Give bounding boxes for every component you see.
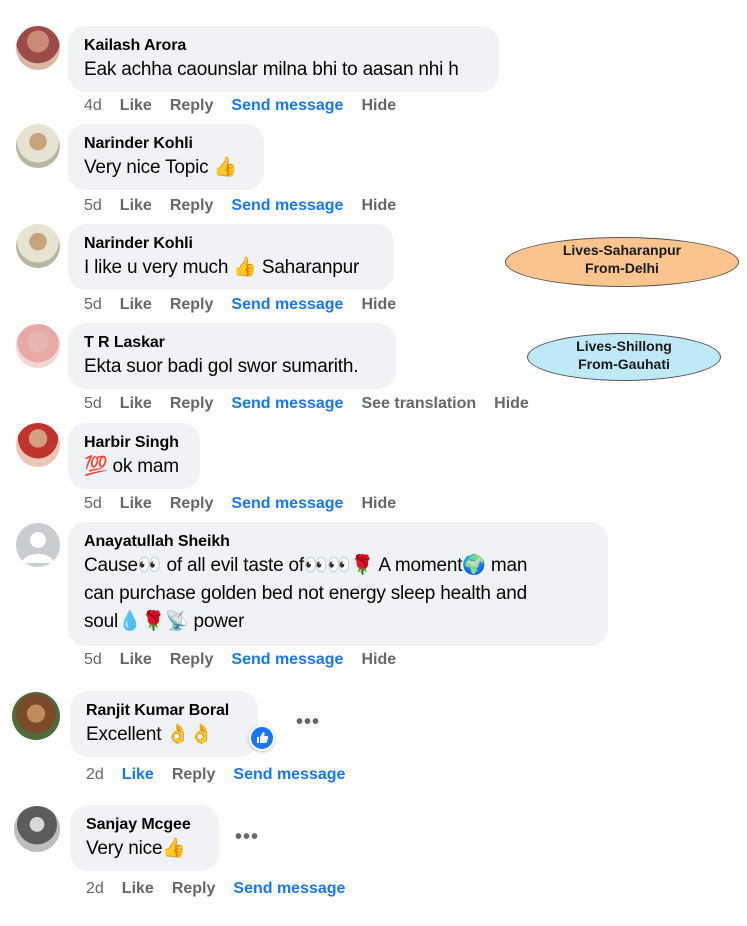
see-translation-button[interactable]: See translation [361,394,476,414]
comment-bubble: Ranjit Kumar Boral Excellent 👌👌 [70,691,258,757]
avatar[interactable] [16,224,60,268]
avatar[interactable] [16,423,60,467]
comment-text: Eak achha caounslar milna bhi to aasan n… [84,59,459,80]
avatar[interactable] [16,523,60,567]
comment-text: Excellent 👌👌 [86,724,214,745]
comment-text: 💯 ok mam [84,456,179,477]
comment-time[interactable]: 5d [84,650,102,670]
comment-bubble: Sanjay Mcgee Very nice👍 [70,805,219,871]
like-button[interactable]: Like [120,295,152,315]
more-options-icon[interactable]: ••• [296,711,320,734]
comment-bubble: Harbir Singh 💯 ok mam [68,423,200,489]
comment-author[interactable]: Anayatullah Sheikh [84,532,592,552]
send-message-button[interactable]: Send message [231,96,343,116]
avatar[interactable] [16,124,60,168]
comment-time[interactable]: 2d [86,765,104,785]
annotation-line: Lives-Saharanpur [562,242,682,258]
comment-author[interactable]: Sanjay Mcgee [86,815,203,835]
comment-author[interactable]: Harbir Singh [84,433,184,453]
send-message-button[interactable]: Send message [231,394,343,414]
annotation-line: From-Gauhati [578,356,670,372]
annotation-line: Lives-Shillong [576,338,672,354]
hide-button[interactable]: Hide [361,196,396,216]
comment-actions: 5d Like Reply Send message Hide [84,650,414,670]
avatar[interactable] [16,26,60,70]
thumbs-up-icon [257,732,269,743]
comment-text-line: can purchase golden bed not energy sleep… [84,583,527,604]
comment-bubble: Narinder Kohli I like u very much 👍 Saha… [68,224,394,290]
hide-button[interactable]: Hide [494,394,529,414]
comment-actions: 5d Like Reply Send message Hide [84,295,414,315]
like-reaction[interactable] [249,725,275,751]
reply-button[interactable]: Reply [172,879,216,899]
reply-button[interactable]: Reply [172,765,216,785]
comment-author[interactable]: Ranjit Kumar Boral [86,701,242,721]
comment-time[interactable]: 5d [84,494,102,514]
hide-button[interactable]: Hide [361,494,396,514]
more-options-icon[interactable]: ••• [235,826,259,849]
send-message-button[interactable]: Send message [231,494,343,514]
location-annotation: Lives-Saharanpur From-Delhi [505,237,739,287]
reply-button[interactable]: Reply [170,96,214,116]
comment-bubble: Anayatullah Sheikh Cause👀 of all evil ta… [68,522,608,646]
comment-time[interactable]: 5d [84,196,102,216]
comment-time[interactable]: 5d [84,394,102,414]
comment-actions: 5d Like Reply Send message Hide [84,196,414,216]
comment-author[interactable]: T R Laskar [84,333,380,353]
comment-actions: 2d Like Reply Send message [86,879,363,899]
avatar[interactable] [14,806,60,852]
avatar[interactable] [16,324,60,368]
send-message-button[interactable]: Send message [231,295,343,315]
reply-button[interactable]: Reply [170,650,214,670]
hide-button[interactable]: Hide [361,295,396,315]
send-message-button[interactable]: Send message [231,196,343,216]
comment-actions: 4d Like Reply Send message Hide [84,96,414,116]
comment-time[interactable]: 5d [84,295,102,315]
comment-bubble: Kailash Arora Eak achha caounslar milna … [68,26,499,92]
reply-button[interactable]: Reply [170,196,214,216]
comment-actions: 5d Like Reply Send message See translation Hi… [84,394,547,414]
comment-time[interactable]: 4d [84,96,102,116]
location-annotation: Lives-Shillong From-Gauhati [527,333,721,381]
like-button[interactable]: Like [120,650,152,670]
like-button[interactable]: Like [120,96,152,116]
comment-bubble: Narinder Kohli Very nice Topic 👍 [68,124,264,190]
comment-actions: 5d Like Reply Send message Hide [84,494,414,514]
hide-button[interactable]: Hide [361,650,396,670]
comment-actions: 2d Like Reply Send message [86,765,363,785]
like-button[interactable]: Like [120,494,152,514]
comment-author[interactable]: Kailash Arora [84,36,483,56]
comment-text: Very nice Topic 👍 [84,157,237,178]
hide-button[interactable]: Hide [361,96,396,116]
reply-button[interactable]: Reply [170,394,214,414]
comment-time[interactable]: 2d [86,879,104,899]
reply-button[interactable]: Reply [170,295,214,315]
comment-text: I like u very much 👍 Saharanpur [84,257,360,278]
like-button[interactable]: Like [120,196,152,216]
comment-author[interactable]: Narinder Kohli [84,134,248,154]
send-message-button[interactable]: Send message [233,765,345,785]
send-message-button[interactable]: Send message [231,650,343,670]
annotation-line: From-Delhi [585,260,659,276]
avatar[interactable] [12,692,60,740]
send-message-button[interactable]: Send message [233,879,345,899]
comment-author[interactable]: Narinder Kohli [84,234,378,254]
like-button[interactable]: Like [120,394,152,414]
comment-text-line: Cause👀 of all evil taste of👀👀🌹 A moment🌍… [84,555,528,576]
reply-button[interactable]: Reply [170,494,214,514]
default-avatar-icon [22,532,54,563]
comment-text: Ekta suor badi gol swor sumarith. [84,356,359,377]
like-button[interactable]: Like [122,765,154,785]
like-button[interactable]: Like [122,879,154,899]
comment-text-line: soul💧🌹📡 power [84,611,245,632]
comment-bubble: T R Laskar Ekta suor badi gol swor sumar… [68,323,396,389]
comment-text: Very nice👍 [86,838,186,859]
